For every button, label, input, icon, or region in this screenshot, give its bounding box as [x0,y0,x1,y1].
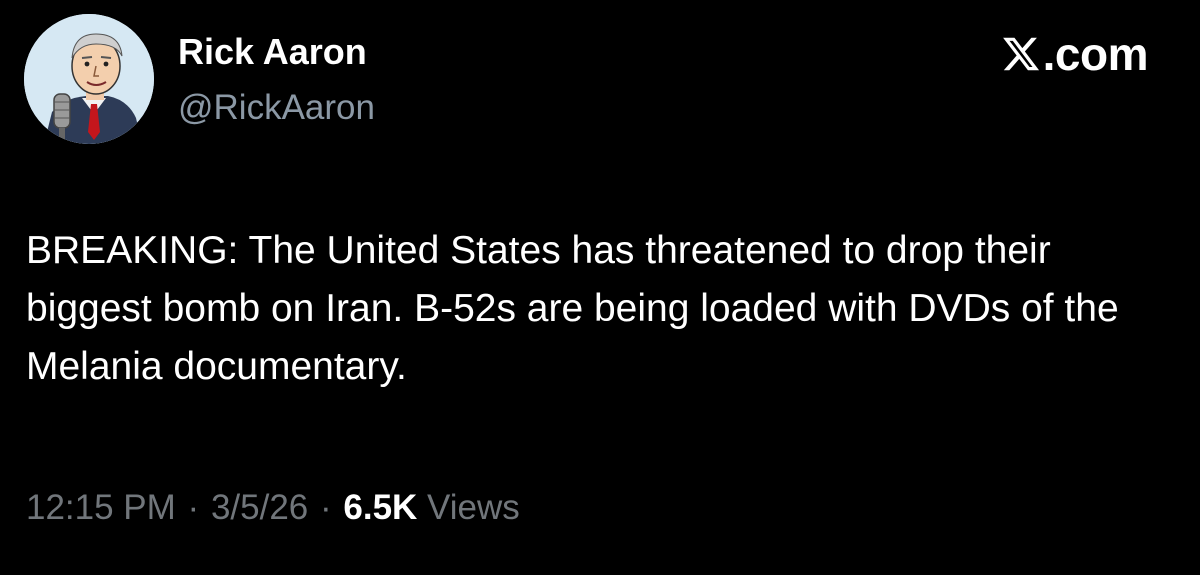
tweet-card: Rick Aaron @RickAaron .com BREAKING: The… [0,0,1200,575]
tweet-text: BREAKING: The United States has threaten… [26,229,1119,388]
tweet-time[interactable]: 12:15 PM [26,488,176,527]
author-display-name[interactable]: Rick Aaron [178,32,367,72]
avatar[interactable] [24,14,154,144]
source-watermark: .com [1001,28,1149,80]
meta-separator: · [187,488,200,527]
tweet-date[interactable]: 3/5/26 [211,488,308,527]
source-domain-text: .com [1042,28,1149,80]
views-label: Views [427,488,520,527]
meta-separator: · [319,488,332,527]
x-logo-icon [1002,37,1039,71]
author-handle[interactable]: @RickAaron [178,88,375,128]
caricature-avatar-icon [24,14,154,144]
views-count: 6.5K [343,488,418,527]
tweet-meta: 12:15 PM · 3/5/26 · 6.5K Views [26,486,520,530]
